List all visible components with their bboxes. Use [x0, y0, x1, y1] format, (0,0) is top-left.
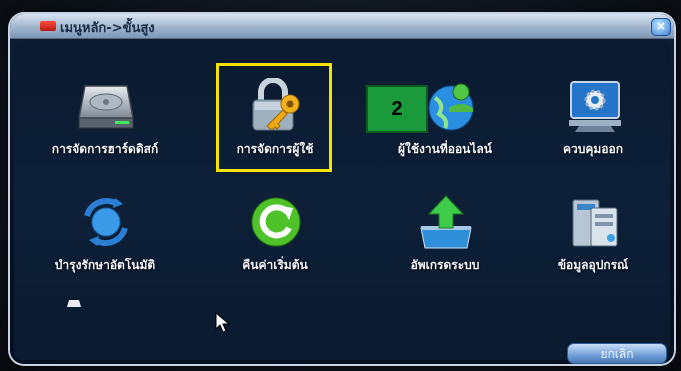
menu-item-label: ควบคุมออก — [563, 142, 623, 156]
menu-item-label: ข้อมูลอุปกรณ์ — [557, 258, 629, 272]
menu-flag-icon — [40, 21, 56, 31]
highlight-box — [216, 63, 332, 172]
cancel-button[interactable]: ยกเลิก — [567, 343, 667, 364]
sync-globe-icon — [84, 197, 128, 247]
small-tray-icon — [67, 300, 81, 307]
menu-item-label: บำรุงรักษาอัตโนมัติ — [54, 258, 156, 272]
upload-tray-icon — [420, 195, 472, 249]
menu-item-label: การจัดการฮาร์ดดิสก์ — [51, 142, 159, 156]
gear-monitor-icon — [569, 81, 621, 132]
menu-item-label: คืนค่าเริ่มต้น — [242, 258, 308, 272]
title-bar: เมนูหลัก->ขั้นสูง × — [10, 14, 674, 39]
dvr-screen: เมนูหลัก->ขั้นสูง × การจัดการฮาร์ดดิสก์ … — [0, 0, 681, 371]
device-info-icon — [572, 199, 618, 247]
menu-item-label: ผู้ใช้งานที่ออนไลน์ — [398, 142, 492, 156]
refresh-icon — [251, 197, 301, 247]
window-title: เมนูหลัก->ขั้นสูง — [60, 21, 155, 36]
menu-item-label: อัพเกรดระบบ — [410, 258, 480, 272]
hard-disk-icon — [78, 85, 134, 129]
advanced-menu-window: เมนูหลัก->ขั้นสูง × — [10, 14, 674, 364]
mouse-pointer-icon — [215, 312, 231, 333]
close-icon[interactable]: × — [651, 18, 671, 36]
step-badge: 2 — [366, 85, 428, 133]
